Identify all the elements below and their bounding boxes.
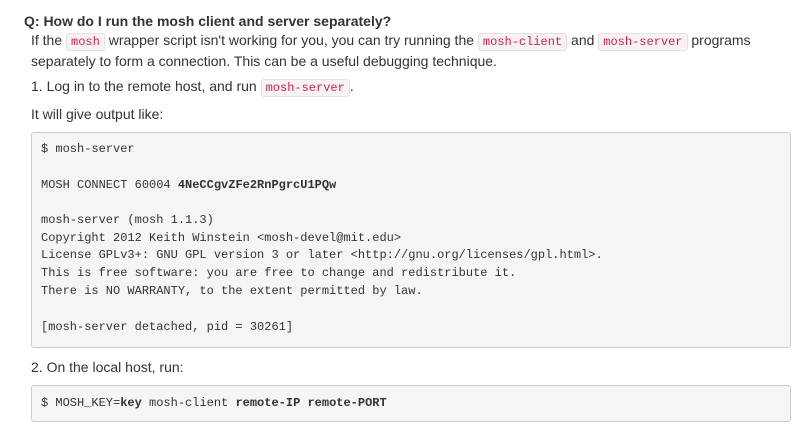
client-prefix: $ MOSH_KEY= [41, 396, 121, 410]
connect-key: 4NeCCgvZFe2RnPgrcU1PQw [177, 178, 337, 192]
intro-text-2: wrapper script isn't working for you, yo… [104, 32, 478, 48]
step-1: 1. Log in to the remote host, and run mo… [31, 77, 791, 98]
intro-text-3: and [567, 32, 599, 48]
output-line-command: $ mosh-server [41, 142, 135, 156]
output-line-version: mosh-server (mosh 1.1.3) [41, 213, 214, 227]
question-heading: Q: How do I run the mosh client and serv… [24, 13, 392, 29]
step-2: 2. On the local host, run: [31, 359, 184, 375]
client-command-block: $ MOSH_KEY=key mosh-client remote-IP rem… [31, 385, 791, 422]
output-line-connect: MOSH CONNECT 60004 4NeCCgvZFe2RnPgrcU1PQ… [41, 177, 336, 194]
client-command-line: $ MOSH_KEY=key mosh-client remote-IP rem… [41, 395, 387, 412]
server-output-block: $ mosh-server MOSH CONNECT 60004 4NeCCgv… [31, 132, 791, 348]
faq-page: Q: How do I run the mosh client and serv… [0, 0, 800, 430]
code-mosh-server: mosh-server [598, 33, 688, 51]
output-line-detached: [mosh-server detached, pid = 30261] [41, 320, 294, 334]
output-line-free: This is free software: you are free to c… [41, 266, 517, 280]
step-1-period: . [349, 78, 354, 94]
code-mosh: mosh [66, 33, 105, 51]
client-middle: mosh-client [141, 396, 236, 410]
step-1-text: 1. Log in to the remote host, and run [31, 78, 261, 94]
output-line-warranty: There is NO WARRANTY, to the extent perm… [41, 284, 423, 298]
output-label: It will give output like: [31, 106, 164, 122]
step-1-code: mosh-server [260, 79, 350, 97]
output-line-copyright: Copyright 2012 Keith Winstein <mosh-deve… [41, 231, 402, 245]
client-port: remote-PORT [307, 396, 387, 410]
code-mosh-client: mosh-client [477, 33, 568, 51]
intro-text-1: If the [31, 32, 67, 48]
client-key: key [120, 396, 142, 410]
client-ip: remote-IP [235, 396, 301, 410]
connect-prefix: MOSH CONNECT 60004 [41, 178, 178, 192]
output-line-license: License GPLv3+: GNU GPL version 3 or lat… [41, 248, 603, 262]
intro-paragraph: If the mosh wrapper script isn't working… [31, 31, 791, 71]
